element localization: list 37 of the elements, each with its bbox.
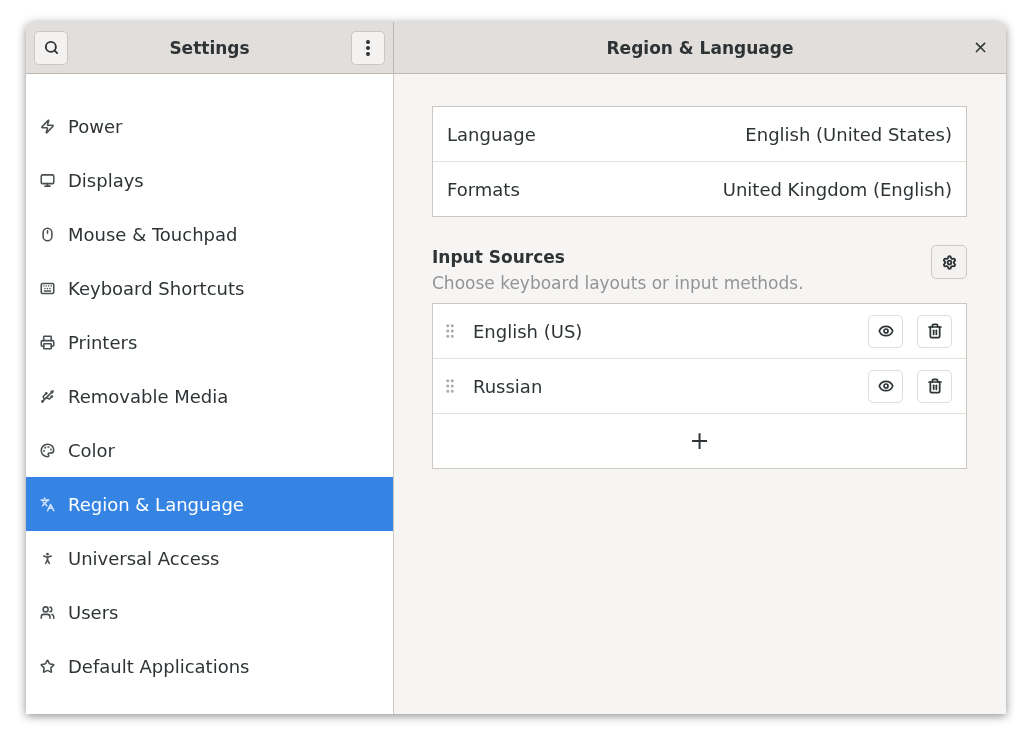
trash-icon — [926, 378, 943, 394]
keyboard-icon — [40, 280, 55, 296]
source-name: English (US) — [473, 320, 584, 342]
monitor-icon — [40, 172, 55, 188]
preview-button[interactable] — [868, 314, 903, 348]
usb-icon — [40, 388, 55, 404]
trash-icon — [926, 323, 943, 339]
person-icon — [40, 550, 55, 566]
sidebar-item[interactable]: Region & Language — [26, 477, 393, 531]
close-button[interactable]: × — [968, 36, 992, 57]
search-button[interactable] — [34, 30, 68, 65]
section-subtitle: Choose keyboard layouts or input methods. — [432, 273, 804, 293]
eye-icon — [877, 378, 894, 394]
setting-label: Language — [447, 123, 536, 145]
palette-icon — [40, 442, 55, 458]
source-name: Russian — [473, 375, 544, 397]
star-icon — [40, 658, 55, 674]
delete-button[interactable] — [917, 314, 952, 348]
lightning-icon — [40, 118, 55, 134]
mouse-icon — [40, 226, 55, 242]
panel-title: Region & Language — [606, 37, 794, 58]
language-icon — [40, 496, 55, 512]
setting-label: Formats — [447, 178, 520, 200]
search-icon — [43, 40, 59, 55]
menu-button[interactable] — [351, 30, 385, 65]
menu-icon — [366, 39, 370, 56]
delete-button[interactable] — [917, 369, 952, 403]
printer-icon — [40, 334, 55, 350]
sidebar-title: Settings — [169, 37, 250, 58]
settings-button[interactable] — [931, 245, 967, 279]
setting-value[interactable]: English (United States) — [745, 123, 952, 145]
section-title: Input Sources — [432, 247, 566, 267]
setting-value[interactable]: United Kingdom (English) — [722, 178, 952, 200]
users-icon — [40, 604, 55, 620]
eye-icon — [877, 323, 894, 339]
gear-icon — [941, 254, 957, 270]
preview-button[interactable] — [868, 369, 903, 403]
